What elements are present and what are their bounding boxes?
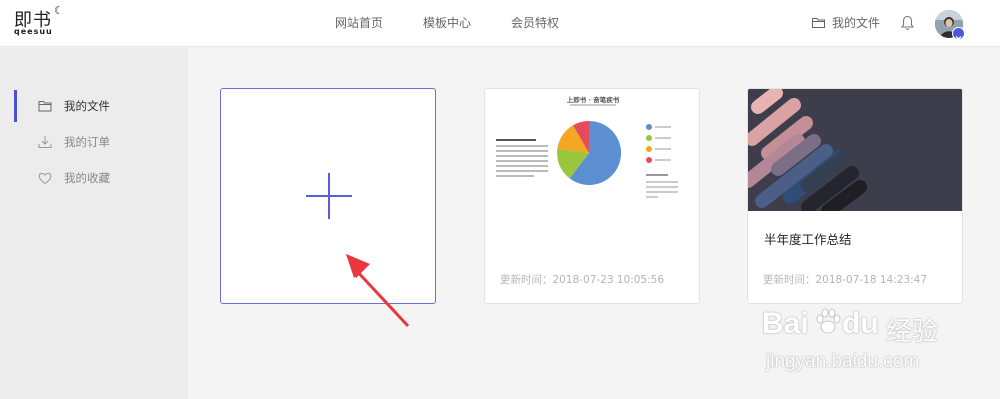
sidebar-item-label: 我的收藏 — [64, 171, 110, 185]
document-card[interactable]: 上即书 · 奋笔疾书 更新时间：2018-07-23 10:05:56 — [484, 88, 700, 304]
sidebar-item-my-files[interactable]: 我的文件 — [0, 88, 188, 124]
updated-time: 更新时间：2018-07-23 10:05:56 — [500, 274, 665, 286]
header-my-files-link[interactable]: 我的文件 — [812, 0, 880, 47]
watermark-url: jingyan.baidu.com — [766, 351, 920, 372]
moon-icon: ☾ — [54, 4, 64, 17]
watermark-brand-a: Bai — [762, 307, 809, 340]
document-cover-image — [748, 89, 962, 218]
sidebar-item-label: 我的订单 — [64, 135, 110, 149]
sidebar: 我的文件 我的订单 我的收藏 — [0, 48, 188, 399]
logo-subtext: qeesuu — [14, 27, 53, 36]
paw-icon — [816, 308, 841, 334]
avatar-badge — [952, 27, 965, 40]
folder-icon — [812, 18, 825, 28]
preview-subtitle-line — [570, 104, 616, 106]
preview-title: 上即书 · 奋笔疾书 — [566, 96, 620, 104]
active-indicator — [14, 90, 17, 122]
folder-icon — [38, 101, 52, 112]
document-title: 半年度工作总结 — [764, 232, 852, 247]
watermark-brand-b: du — [842, 307, 879, 340]
document-card[interactable]: 半年度工作总结 更新时间：2018-07-18 14:23:47 — [747, 88, 963, 304]
bell-icon[interactable] — [901, 15, 914, 31]
document-preview: 上即书 · 奋笔疾书 — [485, 89, 699, 219]
preview-notes — [646, 174, 678, 198]
red-arrow-annotation — [346, 254, 410, 328]
sidebar-item-my-favorites[interactable]: 我的收藏 — [0, 160, 188, 196]
logo[interactable]: 即书 ☾ qeesuu — [14, 4, 74, 40]
baidu-watermark: Bai du 经验 jingyan.baidu.com — [762, 305, 987, 385]
top-header: 即书 ☾ qeesuu 网站首页 模板中心 会员特权 我的文件 — [0, 0, 1000, 47]
watermark-brand-cn: 经验 — [886, 316, 939, 346]
preview-text-block — [496, 139, 548, 180]
download-icon — [38, 136, 52, 148]
heart-icon — [38, 172, 52, 185]
nav-vip[interactable]: 会员特权 — [511, 0, 559, 47]
sidebar-item-my-orders[interactable]: 我的订单 — [0, 124, 188, 160]
updated-time: 更新时间：2018-07-18 14:23:47 — [763, 274, 928, 286]
nav-home[interactable]: 网站首页 — [335, 0, 383, 47]
sidebar-item-label: 我的文件 — [64, 99, 110, 113]
pie-chart-thumbnail — [557, 120, 622, 185]
nav-templates[interactable]: 模板中心 — [423, 0, 471, 47]
header-my-files-label: 我的文件 — [832, 16, 881, 30]
plus-icon — [306, 173, 352, 219]
